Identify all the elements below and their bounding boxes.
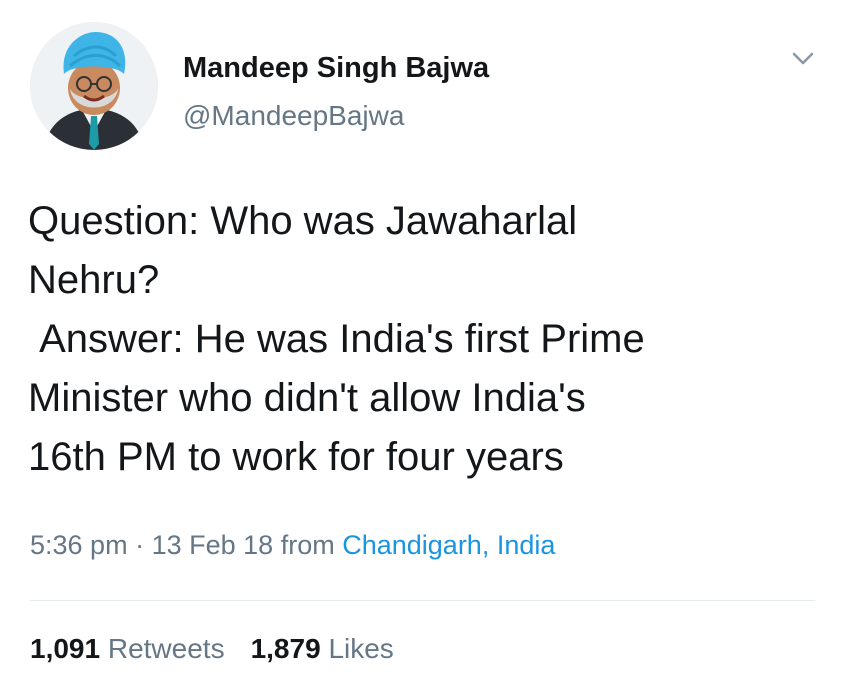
tweet-time[interactable]: 5:36 pm	[30, 530, 128, 560]
divider	[30, 600, 815, 601]
username-handle[interactable]: @MandeepBajwa	[183, 100, 404, 132]
location-link[interactable]: Chandigarh, India	[342, 530, 555, 560]
display-name[interactable]: Mandeep Singh Bajwa	[183, 52, 489, 85]
retweets-label: Retweets	[107, 633, 225, 664]
chevron-down-icon[interactable]	[788, 48, 818, 70]
tweet-stats: 1,091 Retweets 1,879 Likes	[30, 633, 394, 665]
likes-label: Likes	[328, 633, 394, 664]
profile-photo	[30, 22, 158, 150]
tweet-date[interactable]: 13 Feb 18	[152, 530, 274, 560]
from-label: from	[280, 530, 335, 560]
avatar[interactable]	[30, 22, 158, 150]
likes-count: 1,879	[250, 633, 321, 664]
retweets-stat[interactable]: 1,091 Retweets	[30, 633, 225, 664]
likes-stat[interactable]: 1,879 Likes	[251, 633, 394, 664]
tweet-metadata: 5:36 pm · 13 Feb 18 from Chandigarh, Ind…	[30, 530, 555, 561]
tweet-text: Question: Who was Jawaharlal Nehru? Answ…	[28, 199, 645, 479]
meta-separator: ·	[135, 530, 145, 560]
retweets-count: 1,091	[30, 633, 101, 664]
